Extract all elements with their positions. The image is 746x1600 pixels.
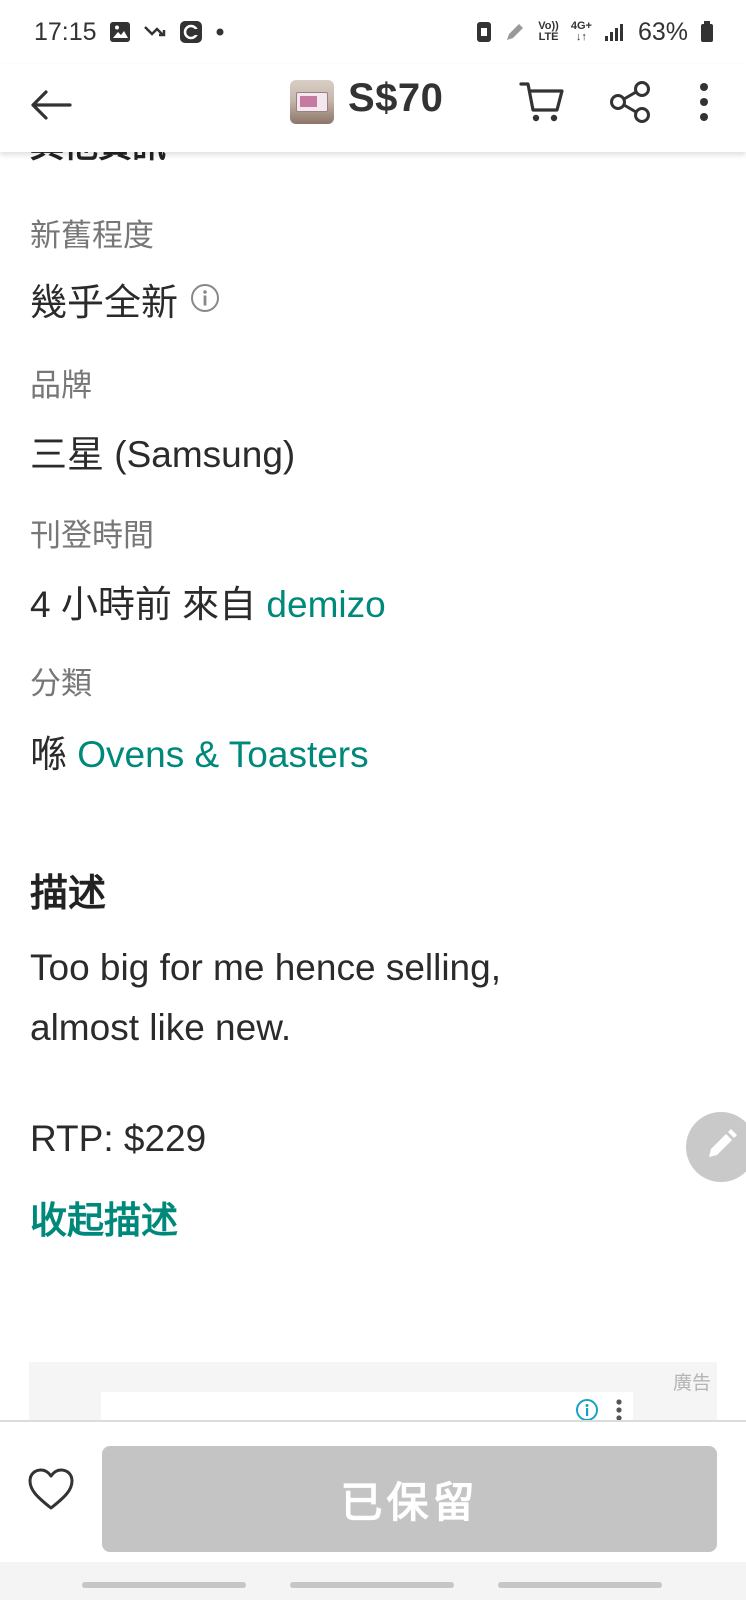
listing-thumbnail[interactable] xyxy=(290,80,334,124)
bottom-action-bar: 已保留 xyxy=(0,1420,746,1562)
status-bar: 17:15 Vo)) LTE 4G+ ↓↑ 63% xyxy=(0,0,746,64)
brand-label: 品牌 xyxy=(30,368,92,403)
favorite-button[interactable] xyxy=(24,1464,78,1518)
dot-icon xyxy=(215,27,225,37)
back-button[interactable] xyxy=(26,82,76,132)
category-value: 喺 Ovens & Toasters xyxy=(30,724,369,778)
more-options-button[interactable] xyxy=(686,78,722,130)
ad-container: 廣告 xyxy=(29,1362,717,1432)
clock: 17:15 xyxy=(34,17,97,46)
posted-time: 4 小時前 來自 xyxy=(30,584,257,625)
condition-label: 新舊程度 xyxy=(30,218,154,253)
top-app-bar: S$70 xyxy=(0,64,746,152)
system-nav-bar xyxy=(0,1562,746,1600)
nav-home-button[interactable] xyxy=(290,1582,454,1588)
more-vertical-icon xyxy=(699,82,709,127)
signal-icon xyxy=(604,22,626,42)
posted-label: 刊登時間 xyxy=(30,518,154,553)
pencil-icon xyxy=(704,1128,738,1167)
cart-button[interactable] xyxy=(516,78,568,130)
battery-percentage: 63% xyxy=(637,17,688,46)
brand-value: 三星 (Samsung) xyxy=(30,434,296,475)
description-title: 描述 xyxy=(30,873,107,915)
volte-indicator: Vo)) LTE xyxy=(538,20,559,43)
share-button[interactable] xyxy=(604,78,656,130)
battery-icon xyxy=(700,21,714,43)
description-line: almost like new. xyxy=(30,1007,292,1048)
pen-icon xyxy=(504,21,526,43)
image-icon xyxy=(109,21,131,43)
phone-icon xyxy=(476,21,492,43)
info-icon[interactable] xyxy=(190,280,220,322)
4g-indicator: 4G+ ↓↑ xyxy=(570,20,592,43)
description-text: Too big for me hence selling, almost lik… xyxy=(30,938,670,1058)
edit-button[interactable] xyxy=(686,1112,746,1182)
ad-label: 廣告 xyxy=(672,1373,711,1394)
category-prefix: 喺 xyxy=(30,734,67,775)
seller-link[interactable]: demizo xyxy=(266,584,385,625)
missed-call-icon xyxy=(143,22,167,42)
share-icon xyxy=(608,80,652,129)
category-link[interactable]: Ovens & Toasters xyxy=(77,734,368,775)
collapse-description-link[interactable]: 收起描述 xyxy=(30,1190,178,1244)
arrow-left-icon xyxy=(30,89,72,126)
condition-value: 幾乎全新 xyxy=(30,272,220,326)
header-price: S$70 xyxy=(348,76,444,120)
cart-icon xyxy=(519,80,565,129)
heart-icon xyxy=(27,1467,75,1516)
condition-text: 幾乎全新 xyxy=(30,282,178,323)
category-label: 分類 xyxy=(30,666,92,701)
posted-value: 4 小時前 來自 demizo xyxy=(30,574,386,628)
nav-back-button[interactable] xyxy=(498,1582,662,1588)
app-icon xyxy=(179,20,203,44)
nav-recents-button[interactable] xyxy=(82,1582,246,1588)
description-line: Too big for me hence selling, xyxy=(30,947,501,988)
reserved-button[interactable]: 已保留 xyxy=(102,1446,717,1552)
rtp-text: RTP: $229 xyxy=(30,1118,207,1159)
